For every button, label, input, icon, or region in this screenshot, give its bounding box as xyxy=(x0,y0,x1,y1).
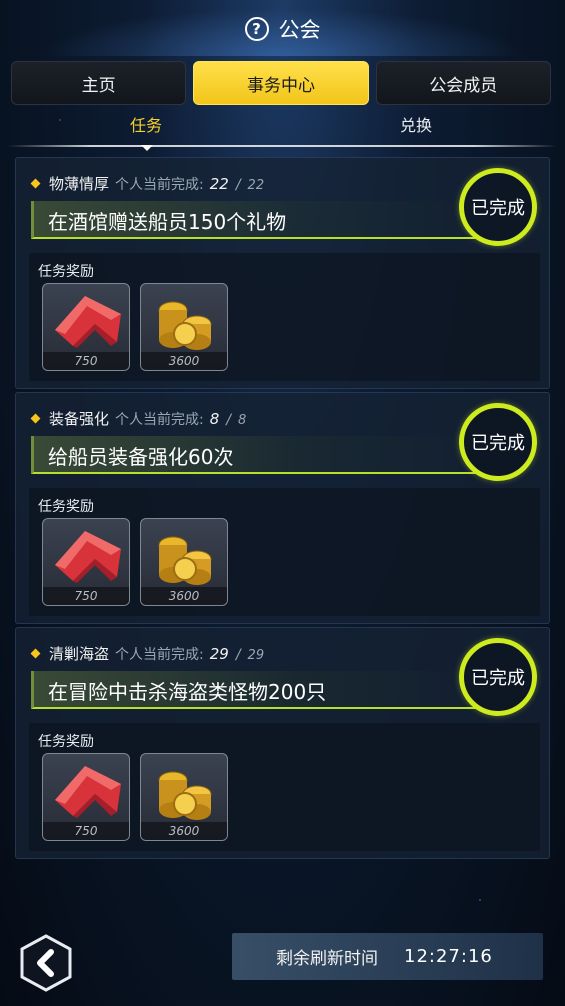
task-description: 在酒馆赠送船员150个礼物 xyxy=(48,210,287,234)
progress-separator: / xyxy=(235,647,241,663)
task-description-bar: 在酒馆赠送船员150个礼物 xyxy=(31,201,479,239)
subtab-indicator-arrow xyxy=(141,145,153,151)
task-name: 物薄情厚 xyxy=(49,175,110,193)
progress-current: 8 xyxy=(209,410,220,428)
reward-item[interactable]: 750 xyxy=(42,283,130,371)
reward-item[interactable]: 750 xyxy=(42,518,130,606)
completed-badge: 已完成 xyxy=(459,403,537,481)
chevron-left-icon xyxy=(20,934,72,992)
progress-separator: / xyxy=(226,412,231,428)
reward-quantity: 750 xyxy=(43,822,129,840)
task-name: 清剿海盗 xyxy=(49,645,110,663)
rewards-panel: 任务奖励 750 3600 xyxy=(29,723,540,851)
page-title: 公会 xyxy=(278,18,321,42)
progress-separator: / xyxy=(235,177,241,193)
rewards-title: 任务奖励 xyxy=(38,264,94,280)
task-card: 物薄情厚 个人当前完成: 22 / 22 在酒馆赠送船员150个礼物 已完成 任务奖… xyxy=(15,157,550,389)
task-description: 在冒险中击杀海盗类怪物200只 xyxy=(48,680,327,704)
red-chevron-badge-icon xyxy=(55,296,121,348)
header: ? 公会 xyxy=(0,0,565,56)
reward-item[interactable]: 750 xyxy=(42,753,130,841)
diamond-bullet-icon xyxy=(30,413,41,424)
reward-quantity: 750 xyxy=(43,352,129,370)
subtab-tasks[interactable]: 任务 xyxy=(130,112,162,136)
progress-current: 22 xyxy=(209,175,229,193)
sub-tabs: 任务 兑换 xyxy=(0,110,565,146)
task-description: 给船员装备强化60次 xyxy=(48,445,234,469)
task-description-bar: 在冒险中击杀海盗类怪物200只 xyxy=(31,671,479,709)
task-header: 装备强化 个人当前完成: 8 / 8 xyxy=(30,408,247,429)
page-title-row: ? 公会 xyxy=(0,14,565,44)
question-circle-icon[interactable]: ? xyxy=(244,17,269,41)
tab-guild-members[interactable]: 公会成员 xyxy=(375,61,551,105)
progress-total: 8 xyxy=(238,413,247,428)
reward-quantity: 3600 xyxy=(141,587,227,605)
task-description-bar: 给船员装备强化60次 xyxy=(31,436,479,474)
tab-home[interactable]: 主页 xyxy=(11,61,187,105)
tab-affairs-center[interactable]: 事务中心 xyxy=(193,61,369,105)
reward-item[interactable]: 3600 xyxy=(140,283,228,371)
progress-label: 个人当前完成: xyxy=(115,647,204,663)
completed-badge: 已完成 xyxy=(459,638,537,716)
task-name: 装备强化 xyxy=(49,410,110,428)
reward-quantity: 3600 xyxy=(141,352,227,370)
gold-coins-icon xyxy=(158,301,212,350)
reward-quantity: 3600 xyxy=(141,822,227,840)
task-header: 物薄情厚 个人当前完成: 22 / 22 xyxy=(30,173,265,194)
rewards-title: 任务奖励 xyxy=(38,499,94,515)
main-tabs: 主页 事务中心 公会成员 xyxy=(11,61,551,105)
progress-current: 29 xyxy=(209,645,229,663)
red-chevron-badge-icon xyxy=(55,766,121,818)
rewards-title: 任务奖励 xyxy=(38,734,94,750)
completed-badge: 已完成 xyxy=(459,168,537,246)
red-chevron-badge-icon xyxy=(55,531,121,583)
subtab-exchange[interactable]: 兑换 xyxy=(400,112,432,136)
rewards-panel: 任务奖励 750 3600 xyxy=(29,253,540,381)
progress-label: 个人当前完成: xyxy=(115,177,204,193)
progress-label: 个人当前完成: xyxy=(115,412,204,428)
back-button[interactable] xyxy=(18,933,74,993)
rewards-panel: 任务奖励 750 3600 xyxy=(29,488,540,616)
reward-item[interactable]: 3600 xyxy=(140,518,228,606)
refresh-timer-bar: 剩余刷新时间 12:27:16 xyxy=(232,933,543,980)
subtab-divider xyxy=(8,145,557,147)
task-card: 装备强化 个人当前完成: 8 / 8 给船员装备强化60次 已完成 任务奖励 750 xyxy=(15,392,550,624)
diamond-bullet-icon xyxy=(30,178,41,189)
task-card: 清剿海盗 个人当前完成: 29 / 29 在冒险中击杀海盗类怪物200只 已完成 任… xyxy=(15,627,550,859)
reward-item[interactable]: 3600 xyxy=(140,753,228,841)
refresh-label: 剩余刷新时间 xyxy=(276,949,378,969)
progress-total: 22 xyxy=(247,178,265,193)
refresh-countdown: 12:27:16 xyxy=(404,946,493,967)
diamond-bullet-icon xyxy=(30,648,41,659)
reward-quantity: 750 xyxy=(43,587,129,605)
task-header: 清剿海盗 个人当前完成: 29 / 29 xyxy=(30,643,265,664)
gold-coins-icon xyxy=(158,771,212,820)
progress-total: 29 xyxy=(247,648,265,663)
gold-coins-icon xyxy=(158,536,212,585)
